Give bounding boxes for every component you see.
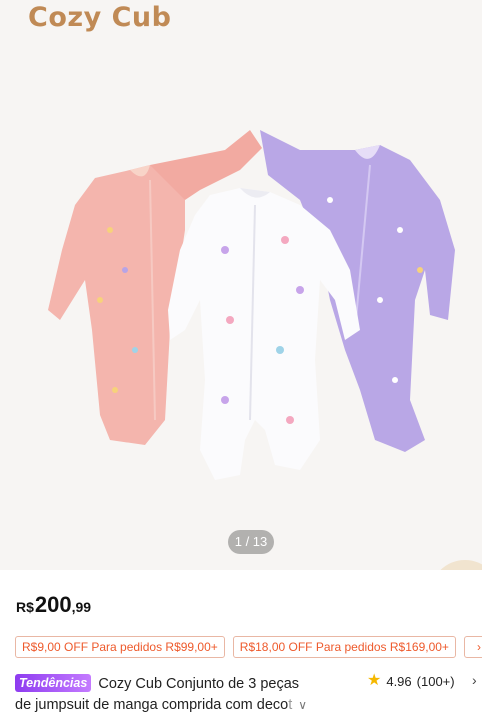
product-image-gallery[interactable]: Cozy Cub 1 / 13: [0, 0, 482, 570]
product-title-line-2: de jumpsuit de manga comprida com decot …: [15, 695, 355, 716]
coupons-more-button[interactable]: ›: [463, 636, 482, 658]
product-title-text: Cozy Cub Conjunto de 3 peças: [98, 676, 300, 692]
product-photo-onesies: [48, 130, 455, 480]
chevron-right-icon: ›: [476, 640, 481, 654]
rating-count: (100+): [416, 673, 455, 689]
price: R$ 200 ,99: [16, 592, 91, 618]
product-title-fade: t: [288, 697, 293, 713]
price-integer: 200: [34, 592, 72, 617]
rating-summary[interactable]: ★ 4.96 (100+): [367, 673, 455, 689]
chevron-down-icon[interactable]: ∨: [298, 698, 307, 712]
star-icon: ★: [367, 672, 382, 689]
price-decimal: ,99: [71, 599, 92, 615]
coupon-chip[interactable]: R$9,00 OFF Para pedidos R$99,00+: [15, 636, 225, 658]
trending-badge: Tendências: [15, 674, 92, 692]
product-title[interactable]: Tendências Cozy Cub Conjunto de 3 peças …: [15, 674, 355, 716]
coupon-list: R$9,00 OFF Para pedidos R$99,00+ R$18,00…: [15, 636, 482, 658]
image-counter: 1 / 13: [228, 530, 274, 554]
rating-score: 4.96: [386, 673, 412, 689]
price-currency: R$: [16, 599, 34, 615]
product-title-text-2: de jumpsuit de manga comprida com deco: [15, 697, 289, 713]
product-title-line-1: Tendências Cozy Cub Conjunto de 3 peças: [15, 674, 355, 695]
coupon-chip[interactable]: R$18,00 OFF Para pedidos R$169,00+: [232, 636, 456, 658]
chevron-right-icon[interactable]: ›: [472, 672, 477, 688]
